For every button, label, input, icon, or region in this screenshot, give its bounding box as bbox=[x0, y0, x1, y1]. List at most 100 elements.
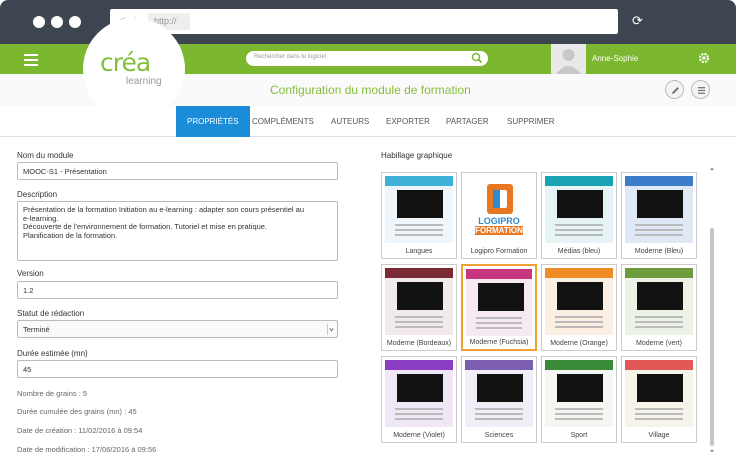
theme-header-band bbox=[545, 268, 613, 278]
theme-header-band bbox=[625, 360, 693, 370]
theme-caption: Sciences bbox=[484, 432, 514, 439]
logo-text: FORMATION bbox=[475, 226, 523, 235]
theme-thumb[interactable]: Sport bbox=[541, 356, 617, 443]
version-label: Version bbox=[17, 269, 44, 278]
text-line bbox=[555, 316, 603, 318]
video-placeholder bbox=[397, 190, 443, 218]
window-dot[interactable] bbox=[69, 16, 81, 28]
theme-preview: LOGIPRO FORMATION bbox=[465, 176, 533, 243]
theme-thumb[interactable]: LOGIPRO FORMATION Logipro Formation bbox=[461, 172, 537, 259]
username[interactable]: Anne-Sophie bbox=[592, 54, 638, 63]
video-placeholder bbox=[397, 374, 443, 402]
logo-text: LOGIPRO bbox=[478, 216, 520, 226]
gear-icon[interactable] bbox=[698, 52, 710, 64]
text-line bbox=[395, 326, 443, 328]
window-dot[interactable] bbox=[51, 16, 63, 28]
theme-caption: Moderne (Fuchsia) bbox=[469, 339, 529, 346]
theme-preview bbox=[545, 268, 613, 335]
text-line bbox=[635, 418, 683, 420]
avatar[interactable] bbox=[551, 44, 586, 74]
theme-caption: Moderne (vert) bbox=[636, 340, 682, 347]
description-field[interactable]: Présentation de la formation Initiation … bbox=[17, 201, 338, 261]
theme-thumb[interactable]: Moderne (Orange) bbox=[541, 264, 617, 351]
duration-field[interactable]: 45 bbox=[17, 360, 338, 378]
theme-preview bbox=[385, 360, 453, 427]
address-bar[interactable]: < > http:// bbox=[110, 9, 618, 34]
list-button[interactable] bbox=[691, 80, 710, 99]
search-icon[interactable] bbox=[471, 52, 483, 64]
tab-exporter[interactable]: EXPORTER bbox=[375, 106, 441, 137]
scroll-thumb[interactable] bbox=[710, 228, 714, 446]
text-line bbox=[395, 234, 443, 236]
search-box[interactable]: Rechercher dans le logiciel bbox=[246, 51, 488, 66]
theme-thumb[interactable]: Langues bbox=[381, 172, 457, 259]
theme-caption: Logipro Formation bbox=[470, 248, 528, 255]
theme-thumb[interactable]: Moderne (Violet) bbox=[381, 356, 457, 443]
text-line bbox=[476, 327, 522, 329]
created-value: 11/02/2016 à 09:54 bbox=[78, 426, 143, 435]
tab-proprietes[interactable]: PROPRIÉTÉS bbox=[176, 106, 250, 137]
theme-preview bbox=[545, 176, 613, 243]
theme-header-band bbox=[545, 360, 613, 370]
video-placeholder bbox=[637, 374, 683, 402]
cumulative-duration: Durée cumulée des grains (mn) : 45 bbox=[17, 407, 137, 416]
scroll-up-icon[interactable] bbox=[708, 165, 716, 173]
theme-header-band bbox=[625, 176, 693, 186]
reload-icon[interactable]: ⟳ bbox=[632, 13, 643, 29]
theme-preview bbox=[625, 360, 693, 427]
theme-thumb[interactable]: Moderne (Bordeaux) bbox=[381, 264, 457, 351]
window-dot[interactable] bbox=[33, 16, 45, 28]
cumul-label: Durée cumulée des grains (mn) : bbox=[17, 407, 127, 416]
video-placeholder bbox=[637, 282, 683, 310]
theme-header-band bbox=[625, 268, 693, 278]
chevron-down-icon bbox=[327, 324, 334, 335]
text-line bbox=[555, 229, 603, 231]
search-input[interactable]: Rechercher dans le logiciel bbox=[254, 54, 326, 60]
theme-thumb[interactable]: Moderne (Bleu) bbox=[621, 172, 697, 259]
text-line bbox=[635, 326, 683, 328]
theme-thumb[interactable]: Médias (bleu) bbox=[541, 172, 617, 259]
text-line bbox=[555, 321, 603, 323]
list-icon bbox=[698, 87, 705, 94]
text-line bbox=[395, 229, 443, 231]
tab-supprimer[interactable]: SUPPRIMER bbox=[496, 106, 566, 137]
tab-partager[interactable]: PARTAGER bbox=[435, 106, 500, 137]
modified-label: Date de modification : bbox=[17, 445, 90, 454]
page-title: Configuration du module de formation bbox=[270, 83, 471, 97]
theme-header-band bbox=[466, 269, 532, 279]
theme-thumb[interactable]: Moderne (Fuchsia) bbox=[461, 264, 537, 351]
text-line bbox=[555, 326, 603, 328]
name-field[interactable]: MOOC-S1 - Présentation bbox=[17, 162, 338, 180]
logo-text: créa bbox=[100, 48, 151, 77]
video-placeholder bbox=[557, 282, 603, 310]
scroll-down-icon[interactable] bbox=[708, 447, 716, 455]
video-placeholder bbox=[397, 282, 443, 310]
theme-thumb[interactable]: Sciences bbox=[461, 356, 537, 443]
theme-thumb[interactable]: Village bbox=[621, 356, 697, 443]
text-line bbox=[635, 321, 683, 323]
theme-preview bbox=[385, 268, 453, 335]
text-line bbox=[635, 229, 683, 231]
user-silhouette-icon bbox=[556, 49, 581, 74]
status-value: Terminé bbox=[23, 325, 50, 334]
text-line bbox=[395, 408, 443, 410]
duration-label: Durée estimée (mn) bbox=[17, 349, 88, 358]
theme-thumb[interactable]: Moderne (vert) bbox=[621, 264, 697, 351]
text-line bbox=[476, 317, 522, 319]
theme-preview bbox=[385, 176, 453, 243]
text-line bbox=[395, 418, 443, 420]
tab-bar: PROPRIÉTÉS COMPLÉMENTS AUTEURS EXPORTER … bbox=[0, 106, 736, 137]
grains-count: Nombre de grains : 5 bbox=[17, 389, 87, 398]
gallery-scrollbar[interactable] bbox=[708, 165, 716, 455]
version-field[interactable]: 1.2 bbox=[17, 281, 338, 299]
tab-complements[interactable]: COMPLÉMENTS bbox=[241, 106, 325, 137]
edit-button[interactable] bbox=[665, 80, 684, 99]
grains-label: Nombre de grains : bbox=[17, 389, 81, 398]
status-select[interactable]: Terminé bbox=[17, 320, 338, 338]
theme-caption: Moderne (Bleu) bbox=[634, 248, 684, 255]
video-placeholder bbox=[637, 190, 683, 218]
menu-icon[interactable] bbox=[24, 54, 38, 66]
logo[interactable]: créa learning bbox=[83, 18, 185, 120]
tab-auteurs[interactable]: AUTEURS bbox=[320, 106, 380, 137]
text-line bbox=[395, 316, 443, 318]
